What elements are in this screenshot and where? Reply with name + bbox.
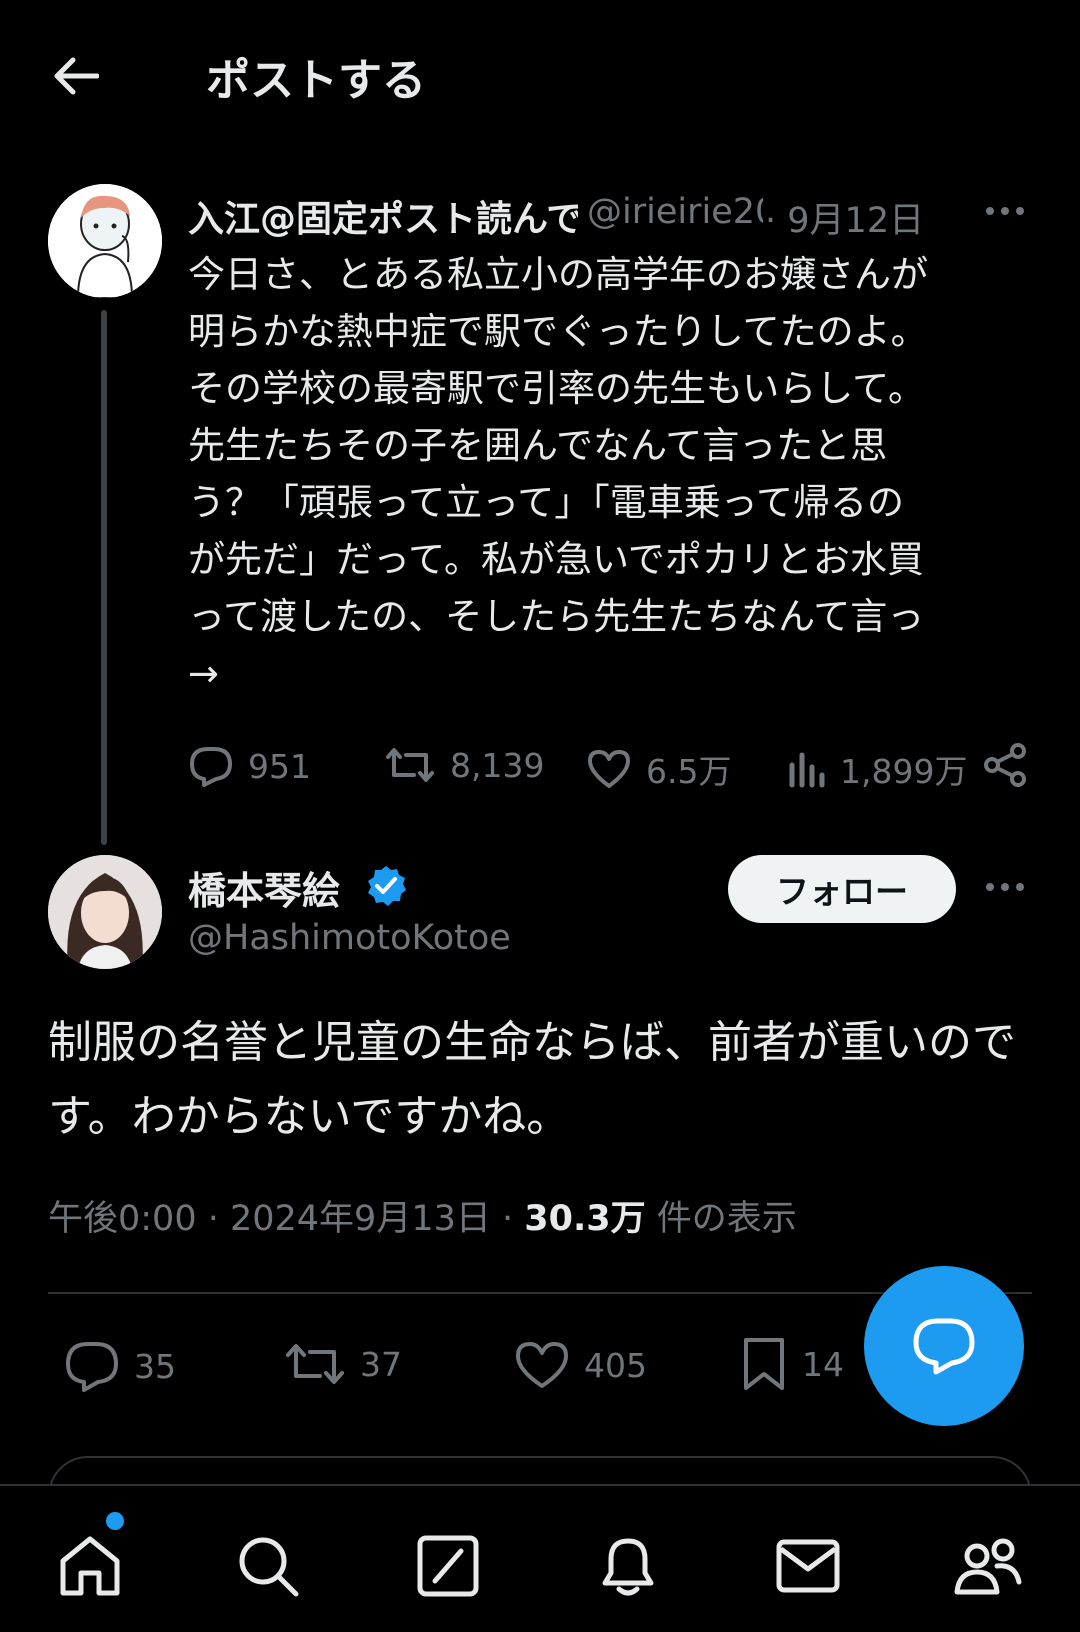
avatar[interactable] [48, 184, 162, 298]
post-metadata: 午後0:00 · 2024年9月13日 · 30.3万 件の表示 [48, 1190, 797, 1241]
reply-icon [190, 747, 232, 787]
repost-button[interactable]: 37 [284, 1340, 402, 1388]
analytics-icon [789, 752, 825, 788]
main-author-handle[interactable]: @HashimotoKotoe [188, 918, 511, 958]
reply-count: 35 [134, 1346, 176, 1386]
repost-icon [286, 1344, 344, 1384]
main-author-name[interactable]: 橋本琴絵 [188, 860, 340, 915]
profile-photo-icon [48, 855, 162, 969]
bottom-navigation [0, 1484, 1080, 1632]
view-count: 30.3万 [524, 1199, 646, 1239]
main-post-text: 制服の名誉と児童の生命ならば、前者が重いのです。わからないですかね。 [48, 1017, 1016, 1142]
reply-icon [66, 1342, 118, 1392]
back-button[interactable] [48, 48, 104, 104]
nav-grok[interactable] [410, 1528, 486, 1604]
reply-button[interactable]: 951 [188, 745, 311, 787]
post-date: 9月12日 [787, 201, 925, 241]
nav-search[interactable] [230, 1528, 306, 1604]
grok-icon [417, 1535, 479, 1597]
heart-icon [516, 1342, 568, 1388]
views-count: 1,899万 [840, 752, 968, 791]
nav-communities[interactable] [950, 1528, 1026, 1604]
view-count-label: 件の表示 [645, 1199, 797, 1239]
parent-author-handle[interactable]: @irieirie20 [587, 192, 763, 232]
more-options-button[interactable] [982, 196, 1028, 226]
repost-count: 8,139 [450, 745, 545, 785]
avatar[interactable] [48, 855, 162, 969]
illustrated-avatar-icon [48, 184, 162, 298]
nav-home[interactable] [52, 1528, 128, 1604]
nav-messages[interactable] [770, 1528, 846, 1604]
more-icon [986, 883, 1024, 891]
more-options-button[interactable] [982, 872, 1028, 902]
nav-notifications[interactable] [590, 1528, 666, 1604]
repost-icon [386, 748, 434, 782]
share-icon [984, 743, 1026, 787]
like-button[interactable]: 6.5万 [586, 745, 731, 793]
like-count: 6.5万 [646, 752, 732, 791]
reply-bubble-icon [913, 1318, 975, 1375]
notification-dot [106, 1512, 124, 1530]
bookmark-button[interactable]: 14 [740, 1336, 844, 1392]
communities-icon [954, 1538, 1022, 1595]
reply-button[interactable]: 35 [64, 1340, 176, 1392]
like-count: 405 [584, 1345, 647, 1385]
mail-icon [776, 1539, 840, 1593]
repost-count: 37 [360, 1344, 402, 1384]
verified-check-icon [368, 866, 406, 906]
search-icon [239, 1537, 299, 1597]
post-timestamp[interactable]: 午後0:00 · 2024年9月13日 · [48, 1199, 524, 1239]
verified-badge [364, 864, 408, 908]
repost-button[interactable]: 8,139 [384, 745, 544, 785]
bell-icon [602, 1538, 654, 1596]
top-bar: ポストする [0, 0, 1080, 150]
bookmark-count: 14 [802, 1344, 844, 1384]
home-icon [60, 1536, 120, 1596]
more-icon [986, 207, 1024, 215]
views-button[interactable]: 1,899万 [786, 745, 967, 793]
parent-post-text[interactable]: 今日さ、とある私立小の高学年のお嬢さんが 明らかな熱中症で駅でぐったりしてたのよ… [188, 246, 1038, 702]
like-button[interactable]: 405 [514, 1340, 647, 1390]
page-title: ポストする [206, 55, 426, 106]
share-button[interactable] [982, 742, 1042, 788]
arrow-left-icon [54, 57, 99, 95]
parent-author-name[interactable]: 入江@固定ポスト読んで [188, 190, 578, 242]
heart-icon [588, 750, 630, 788]
parent-post-date[interactable]: · 9月12日 [765, 192, 924, 243]
reply-count: 951 [248, 746, 311, 786]
follow-button[interactable]: フォロー [728, 855, 956, 923]
separator-dot: · [765, 201, 777, 241]
bookmark-icon [744, 1338, 784, 1390]
thread-connector-line [101, 310, 107, 845]
compose-reply-button[interactable] [864, 1266, 1024, 1426]
